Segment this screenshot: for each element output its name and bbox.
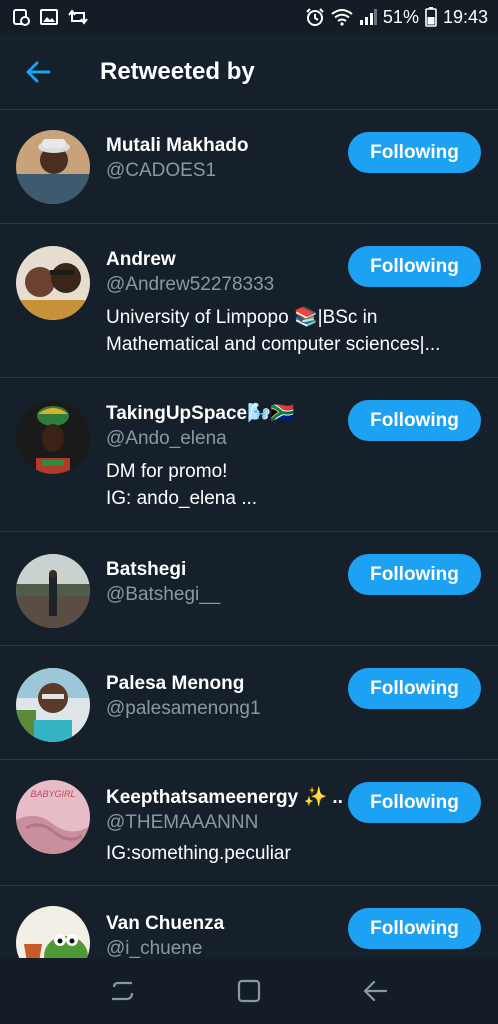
user-name: Van Chuenza: [106, 913, 225, 934]
list-item[interactable]: Palesa Menong @palesamenong1 Following: [0, 646, 498, 760]
user-name: Mutali Makhado: [106, 135, 249, 156]
user-bio: IG:something.peculiar: [106, 840, 478, 867]
following-button[interactable]: Following: [348, 246, 481, 287]
user-bio: DM for promo! IG: ando_elena ...: [106, 458, 478, 512]
battery-icon: [425, 7, 437, 27]
avatar[interactable]: [16, 246, 90, 320]
system-nav-bar: [0, 958, 498, 1024]
status-bar: 51% 19:43: [0, 0, 498, 34]
user-name: Batshegi: [106, 559, 187, 580]
page-title: Retweeted by: [100, 58, 255, 85]
following-button[interactable]: Following: [348, 908, 481, 949]
clock: 19:43: [442, 6, 488, 27]
list-item[interactable]: BABYGIRL Keepthatsameenergy ✨ ... @THEMA…: [0, 760, 498, 886]
system-back-button[interactable]: [351, 967, 399, 1015]
bio-line: DM for promo!: [106, 461, 228, 482]
avatar[interactable]: BABYGIRL: [16, 780, 90, 854]
list-item[interactable]: TakingUpSpace🌬️🇿🇦 @Ando_elena DM for pro…: [0, 378, 498, 532]
notification-icon: [12, 8, 30, 26]
list-item[interactable]: Van Chuenza @i_chuene Following: [0, 886, 498, 958]
following-button[interactable]: Following: [348, 132, 481, 173]
following-button[interactable]: Following: [348, 668, 481, 709]
bio-line: IG: ando_elena ...: [106, 488, 258, 509]
recent-apps-icon: [112, 981, 134, 1001]
bio-line: IG:something.peculiar: [106, 843, 291, 864]
user-name: Andrew: [106, 249, 176, 270]
avatar-caption: BABYGIRL: [30, 789, 75, 799]
user-name: TakingUpSpace🌬️🇿🇦: [106, 403, 295, 424]
bio-line: University of Limpopo 📚|BSc in: [106, 307, 378, 328]
avatar[interactable]: [16, 906, 90, 958]
avatar[interactable]: [16, 668, 90, 742]
user-bio: University of Limpopo 📚|BSc in Mathemati…: [106, 304, 478, 358]
following-button[interactable]: Following: [348, 782, 481, 823]
back-arrow-icon: [26, 61, 51, 83]
bio-line: Mathematical and computer sciences|...: [106, 334, 441, 355]
battery-percent: 51%: [382, 6, 419, 27]
user-name: Keepthatsameenergy ✨ ...: [106, 787, 342, 808]
list-item[interactable]: Batshegi @Batshegi__ Following: [0, 532, 498, 646]
following-button[interactable]: Following: [348, 554, 481, 595]
following-button[interactable]: Following: [348, 400, 481, 441]
signal-icon: [359, 9, 377, 25]
app-bar: Retweeted by: [0, 34, 498, 110]
home-icon: [237, 979, 261, 1003]
alarm-icon: [305, 7, 325, 27]
avatar[interactable]: [16, 400, 90, 474]
list-item[interactable]: Mutali Makhado @CADOES1 Following: [0, 110, 498, 224]
back-icon: [363, 980, 388, 1002]
gallery-icon: [40, 9, 58, 25]
recent-apps-button[interactable]: [99, 967, 147, 1015]
list-item[interactable]: Andrew @Andrew52278333 University of Lim…: [0, 224, 498, 378]
home-button[interactable]: [225, 967, 273, 1015]
wifi-icon: [331, 8, 353, 26]
avatar[interactable]: [16, 130, 90, 204]
user-list[interactable]: Mutali Makhado @CADOES1 Following Andrew…: [0, 110, 498, 958]
sync-icon: [68, 9, 88, 25]
user-name: Palesa Menong: [106, 673, 245, 694]
back-button[interactable]: [20, 56, 56, 88]
avatar[interactable]: [16, 554, 90, 628]
